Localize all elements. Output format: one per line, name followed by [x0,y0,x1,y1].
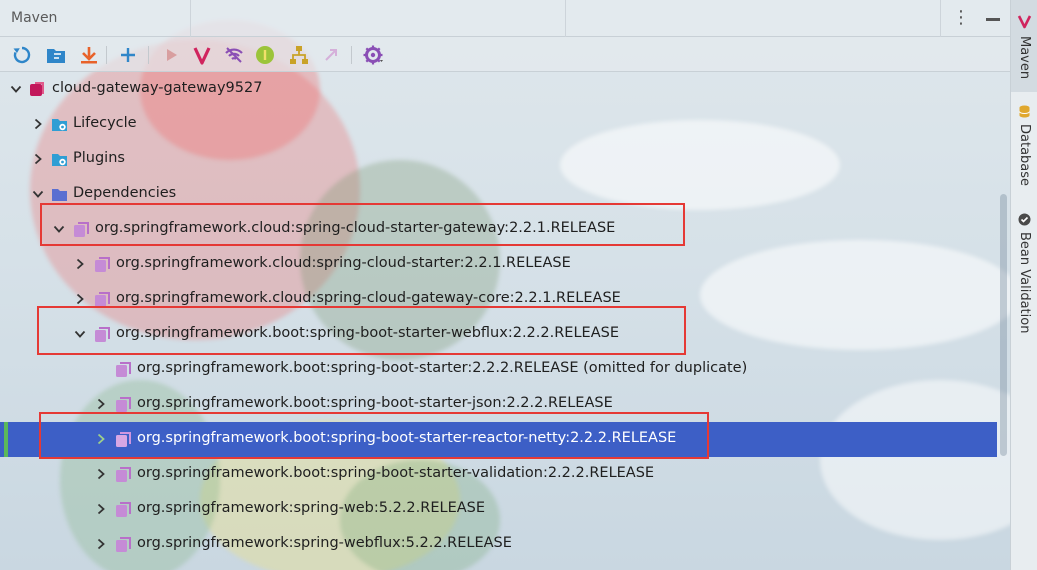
dependency-icon [94,326,111,343]
reload-icon[interactable] [11,44,33,66]
plugins-folder-icon [51,151,68,168]
chevron-down-icon[interactable] [31,187,45,201]
sidebar-tab-maven[interactable]: Maven [1011,0,1037,92]
maven-toolbar [0,37,1010,72]
generate-sources-icon[interactable] [45,44,67,66]
settings-icon[interactable] [362,44,384,66]
tree-node-lifecycle[interactable]: Lifecycle [0,107,997,142]
dependency-row[interactable]: org.springframework:spring-web:5.2.2.REL… [0,492,997,527]
tool-window-title: Maven [11,10,58,26]
toggle-offline-icon[interactable] [223,44,245,66]
chevron-right-icon[interactable] [73,292,87,306]
dependency-label: org.springframework.cloud:spring-cloud-s… [95,220,616,236]
tree-node-dependencies[interactable]: Dependencies [0,177,997,212]
dependency-label: org.springframework.cloud:spring-cloud-s… [116,255,571,271]
header-divider [565,0,566,37]
dependencies-label: Dependencies [73,185,177,201]
dependency-icon [115,501,132,518]
dependency-icon [94,291,111,308]
selection-gutter-marker [4,422,8,457]
dependency-row[interactable]: org.springframework.boot:spring-boot-sta… [0,352,997,387]
lifecycle-label: Lifecycle [73,115,137,131]
dependency-label: org.springframework.boot:spring-boot-sta… [116,325,619,341]
toolbar-separator [106,46,107,64]
dependency-label: org.springframework.boot:spring-boot-sta… [137,395,613,411]
sidebar-tab-label: Maven [1017,36,1032,80]
dependency-label: org.springframework:spring-web:5.2.2.REL… [137,500,486,516]
skip-tests-icon[interactable] [254,44,276,66]
chevron-right-icon[interactable] [94,397,108,411]
show-dependencies-icon[interactable] [288,44,310,66]
chevron-down-icon[interactable] [9,82,23,96]
plugins-label: Plugins [73,150,125,166]
tool-window-header: Maven ⋮ [0,0,1010,37]
header-divider [190,0,191,37]
scrollbar-thumb[interactable] [1000,194,1007,456]
dependency-icon [115,466,132,483]
maven-project-icon [29,81,46,98]
dependency-row[interactable]: org.springframework.boot:spring-boot-sta… [0,457,997,492]
maven-icon [1017,14,1032,29]
chevron-right-icon[interactable] [73,257,87,271]
chevron-right-icon[interactable] [94,537,108,551]
right-tool-strip: Maven Database Bean Validation [1010,0,1037,570]
database-icon [1017,104,1032,119]
run-icon[interactable] [160,44,182,66]
chevron-right-icon[interactable] [31,152,45,166]
dependency-label: org.springframework.cloud:spring-cloud-g… [116,290,621,306]
dependency-label: org.springframework.boot:spring-boot-sta… [137,465,655,481]
minimize-icon[interactable] [985,8,1001,28]
dependency-label: org.springframework:spring-webflux:5.2.2… [137,535,512,551]
chevron-down-icon[interactable] [52,222,66,236]
dependency-row[interactable]: org.springframework:spring-webflux:5.2.2… [0,527,997,562]
sidebar-tab-label: Bean Validation [1017,232,1032,334]
dependency-label: org.springframework.boot:spring-boot-sta… [137,430,677,446]
bean-validation-icon [1017,212,1032,227]
chevron-right-icon[interactable] [94,432,108,446]
dependency-icon [115,536,132,553]
chevron-down-icon[interactable] [73,327,87,341]
maven-goal-icon[interactable] [191,44,213,66]
dependency-row[interactable]: org.springframework.cloud:spring-cloud-s… [0,247,997,282]
collapse-icon[interactable] [320,44,342,66]
dependency-row-selected[interactable]: org.springframework.boot:spring-boot-sta… [0,422,997,457]
chevron-right-icon[interactable] [94,467,108,481]
sidebar-tab-database[interactable]: Database [1011,96,1037,196]
dependency-label: org.springframework.boot:spring-boot-sta… [137,360,748,376]
chevron-right-icon[interactable] [94,502,108,516]
dependency-row[interactable]: org.springframework.boot:spring-boot-sta… [0,317,997,352]
tree-node-plugins[interactable]: Plugins [0,142,997,177]
download-icon[interactable] [78,44,100,66]
dependency-row[interactable]: org.springframework.cloud:spring-cloud-s… [0,212,997,247]
more-options-icon[interactable]: ⋮ [952,8,970,28]
dependency-icon [115,431,132,448]
sidebar-tab-label: Database [1017,124,1032,187]
tree-node-project[interactable]: cloud-gateway-gateway9527 [0,72,997,107]
maven-tool-window: Maven ⋮ cloud-gateway-gateway9527 Lifecy… [0,0,1010,570]
maven-project-tree: cloud-gateway-gateway9527 Lifecycle Plug… [0,72,1010,570]
header-divider [940,0,941,37]
vertical-scrollbar[interactable] [997,72,1010,570]
dependency-icon [115,396,132,413]
dependency-row[interactable]: org.springframework.cloud:spring-cloud-g… [0,282,997,317]
dependency-row[interactable]: org.springframework.boot:spring-boot-sta… [0,387,997,422]
sidebar-tab-bean-validation[interactable]: Bean Validation [1011,204,1037,334]
project-name-label: cloud-gateway-gateway9527 [52,80,263,96]
dependency-icon [73,221,90,238]
dependency-icon [94,256,111,273]
add-icon[interactable] [117,44,139,66]
toolbar-separator [351,46,352,64]
lifecycle-folder-icon [51,116,68,133]
toolbar-separator [148,46,149,64]
dependencies-folder-icon [51,186,68,203]
dependency-icon [115,361,132,378]
chevron-right-icon[interactable] [31,117,45,131]
